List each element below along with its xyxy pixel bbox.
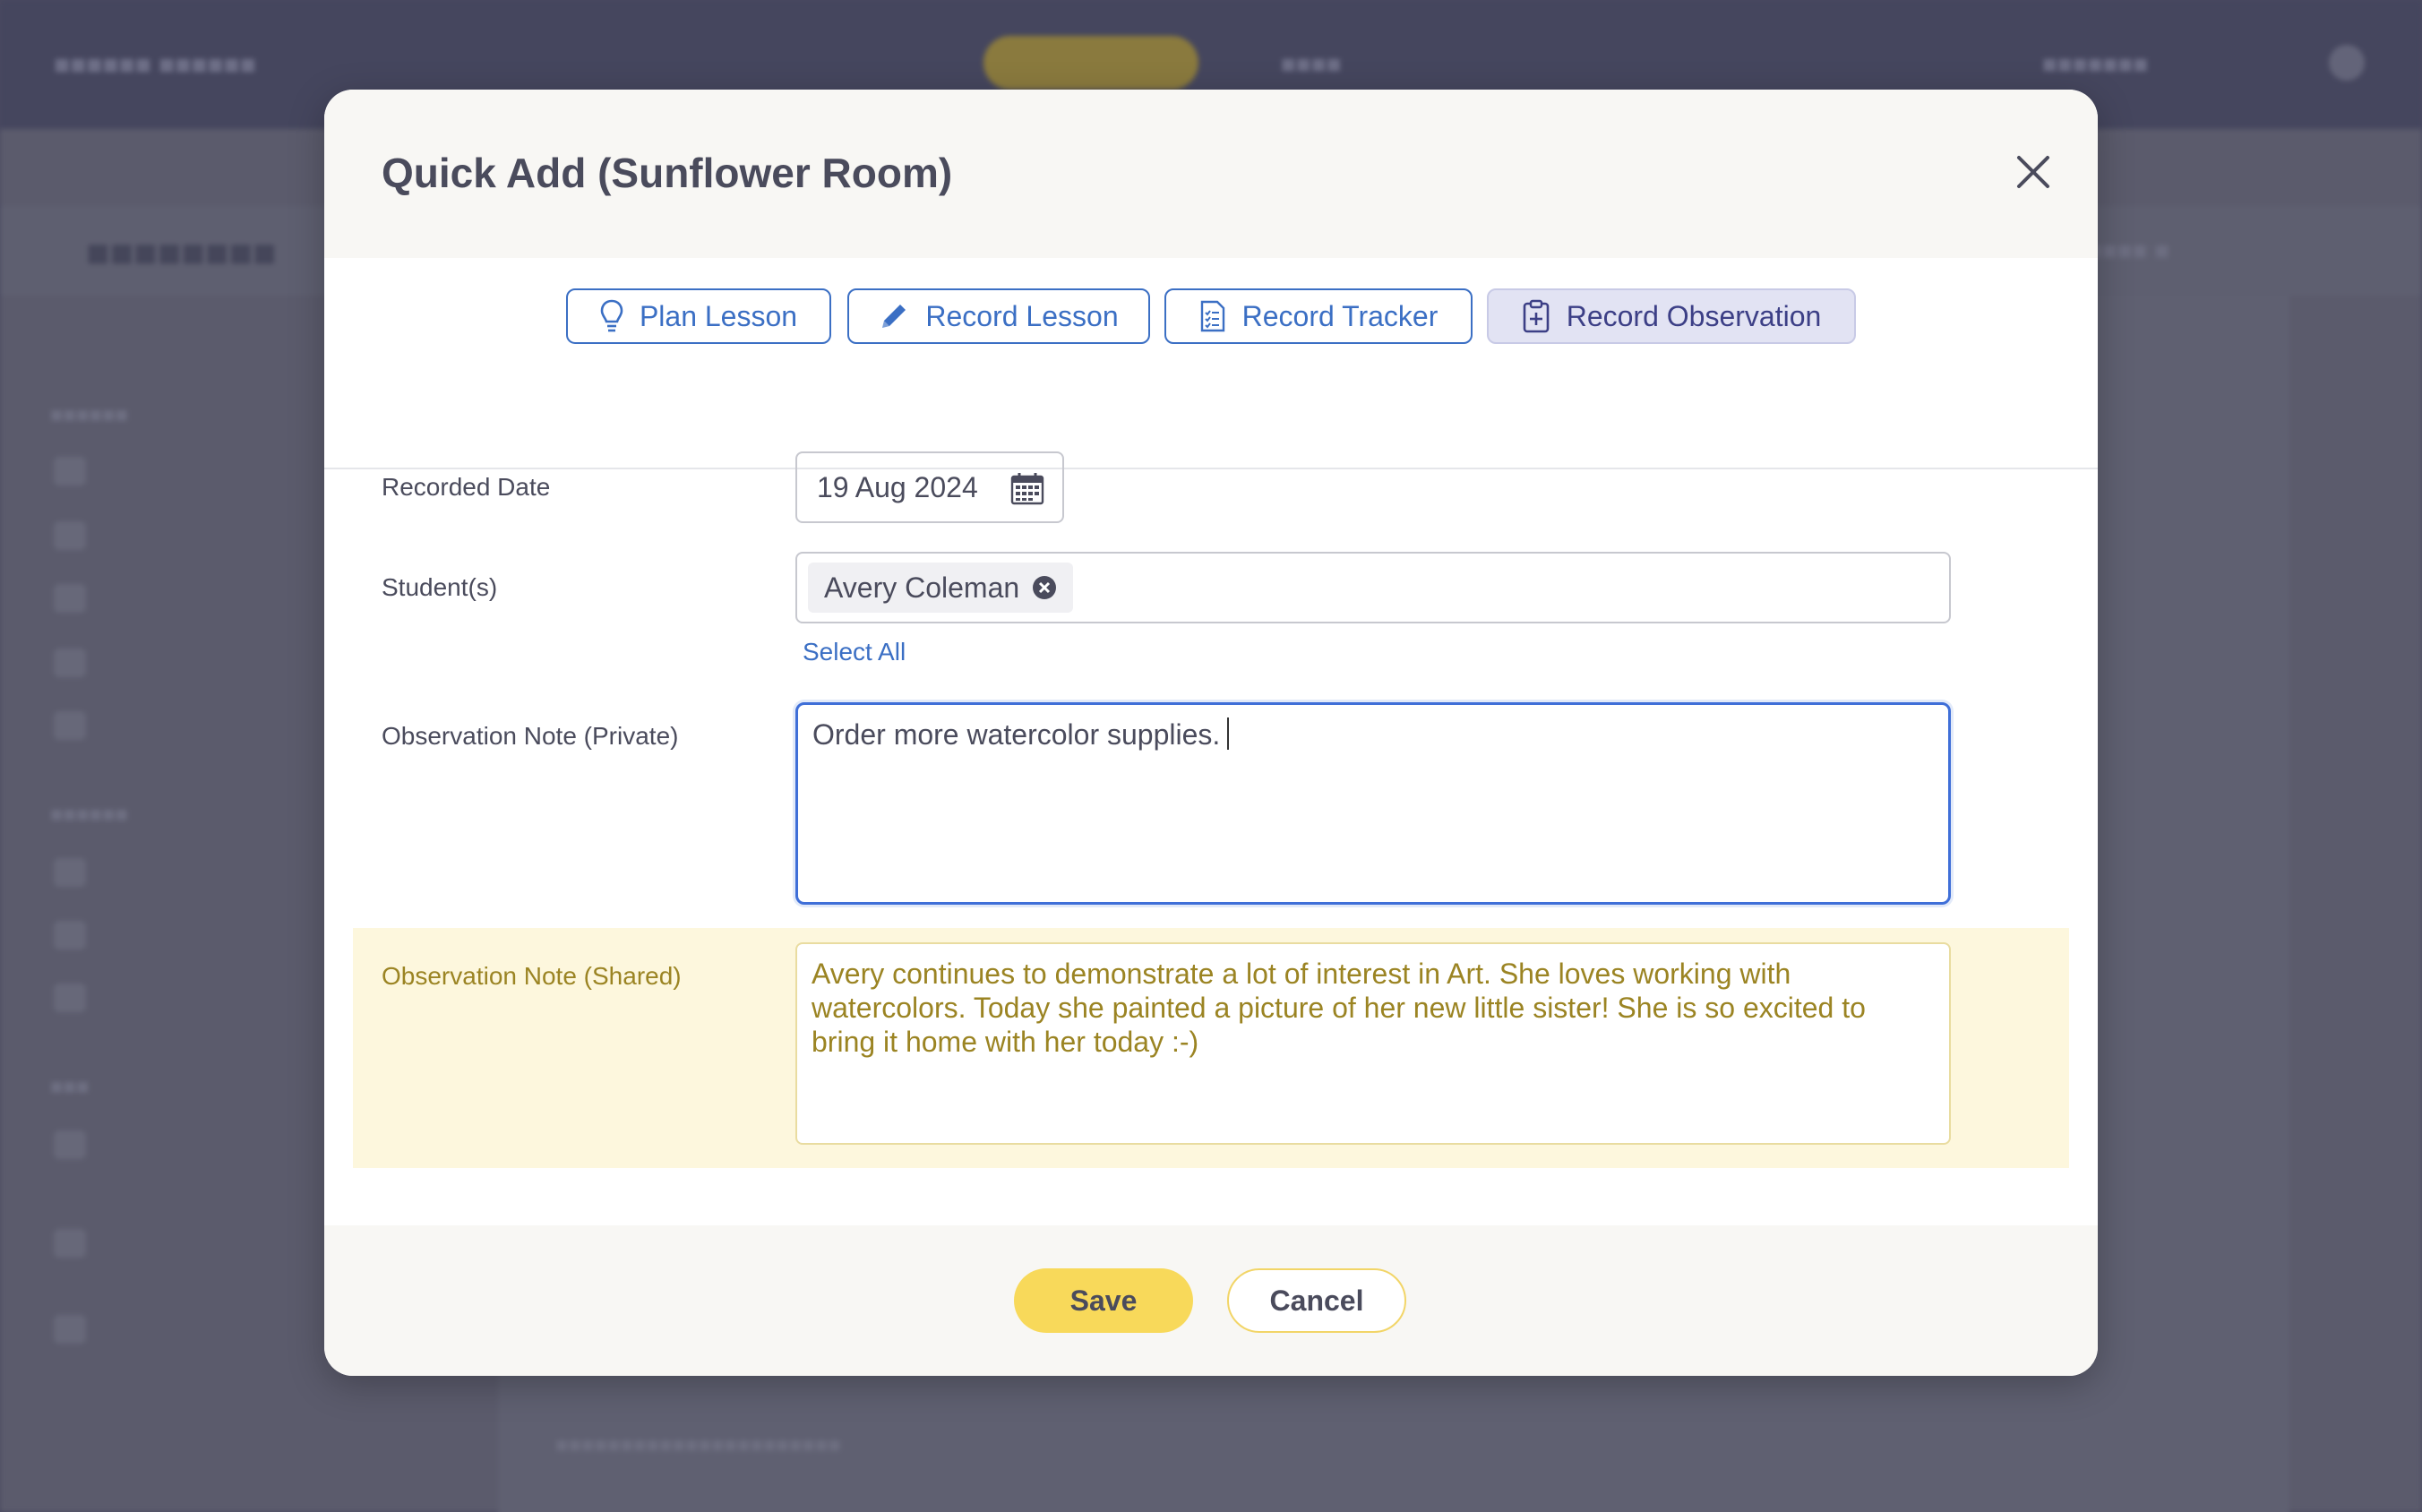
shared-note-textarea[interactable]: Avery continues to demonstrate a lot of … (795, 942, 1951, 1145)
save-button[interactable]: Save (1014, 1268, 1193, 1333)
tab-record-lesson[interactable]: Record Lesson (847, 288, 1150, 344)
background-sidebar-item (54, 1227, 86, 1259)
background-avatar (2329, 45, 2365, 81)
background-row-text: ■■■■■■■■■■■■■■■■■■■■■■ (555, 1433, 841, 1457)
close-button[interactable] (1997, 136, 2069, 208)
tab-label: Plan Lesson (639, 299, 798, 332)
modal-title: Quick Add (Sunflower Room) (382, 150, 953, 196)
student-chip: Avery Coleman (808, 563, 1074, 613)
background-topnav: ■■■■ (1281, 50, 1342, 78)
cancel-button[interactable]: Cancel (1227, 1268, 1406, 1333)
recorded-date-label: Recorded Date (382, 473, 551, 501)
background-sidebar-item (54, 647, 86, 679)
tab-label: Record Lesson (925, 299, 1119, 332)
checklist-icon (1199, 300, 1226, 332)
recorded-date-field[interactable]: 19 Aug 2024 (795, 451, 1064, 523)
background-sidebar-item (54, 1313, 86, 1345)
background-sidebar-section: ■■■ (50, 1075, 90, 1099)
select-all-link[interactable]: Select All (803, 638, 906, 666)
quick-add-modal: Quick Add (Sunflower Room) Plan Lesson R… (324, 90, 2098, 1376)
clipboard-plus-icon (1522, 299, 1550, 333)
tab-label: Record Observation (1566, 299, 1822, 332)
background-user-menu: ■■■■■■■ (2042, 50, 2149, 78)
private-note-text: Order more watercolor supplies. (812, 718, 1221, 751)
background-page-action: ■■■■ ■ (2087, 236, 2170, 264)
modal-footer: Save Cancel (324, 1225, 2098, 1376)
background-sidebar-item (54, 856, 86, 889)
background-sidebar-item (54, 919, 86, 951)
remove-circle-icon[interactable] (1032, 575, 1057, 600)
lightbulb-icon (600, 299, 623, 333)
background-sidebar-section: ■■■■■■ (50, 403, 128, 427)
tab-record-observation[interactable]: Record Observation (1487, 288, 1856, 344)
background-sidebar-item (54, 1129, 86, 1161)
background-page-title: ■■■■■■■■ (86, 231, 277, 275)
pencil-icon (879, 301, 909, 331)
students-label: Student(s) (382, 573, 498, 601)
private-note-label: Observation Note (Private) (382, 722, 679, 750)
background-sidebar-section: ■■■■■■ (50, 803, 128, 827)
calendar-icon[interactable] (1010, 471, 1044, 512)
background-logo: ■■■■■■ ■■■■■■ (54, 50, 256, 80)
modal-header: Quick Add (Sunflower Room) (324, 90, 2098, 258)
background-sidebar-item (54, 982, 86, 1014)
tab-record-tracker[interactable]: Record Tracker (1164, 288, 1473, 344)
recorded-date-value: 19 Aug 2024 (817, 470, 978, 503)
students-input[interactable]: Avery Coleman (795, 552, 1951, 623)
private-note-textarea[interactable]: Order more watercolor supplies. (795, 702, 1951, 905)
background-sidebar-item (54, 709, 86, 742)
shared-note-label: Observation Note (Shared) (382, 962, 682, 990)
student-chip-name: Avery Coleman (824, 571, 1020, 604)
background-sidebar-item (54, 520, 86, 552)
background-sidebar-item (54, 455, 86, 487)
tab-plan-lesson[interactable]: Plan Lesson (566, 288, 831, 344)
close-icon (2016, 155, 2050, 189)
background-nav-pill (983, 36, 1198, 90)
shared-note-section: Observation Note (Shared) Avery continue… (353, 928, 2069, 1168)
background-sidebar-item (54, 582, 86, 614)
tab-label: Record Tracker (1241, 299, 1439, 332)
shared-note-text: Avery continues to demonstrate a lot of … (812, 958, 1866, 1058)
text-caret (1227, 717, 1230, 750)
